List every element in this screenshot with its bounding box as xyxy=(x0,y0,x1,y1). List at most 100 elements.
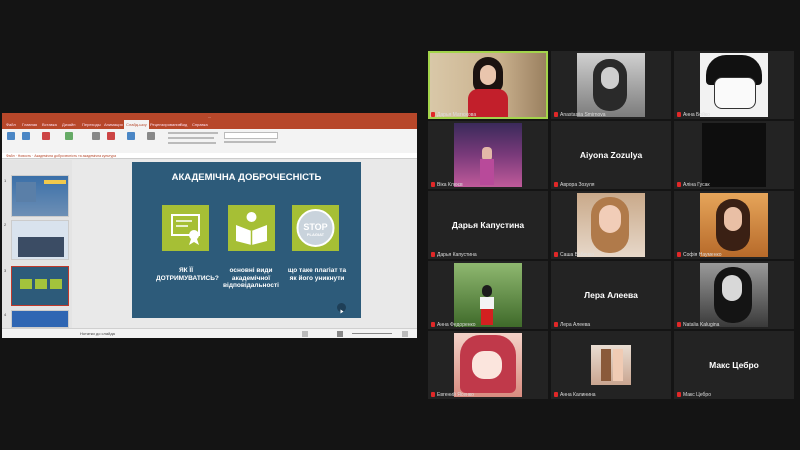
participant-name: Anastasiia Smirnova xyxy=(554,112,606,118)
rehearse-icon[interactable] xyxy=(127,132,135,140)
current-slide[interactable]: АКАДЕМІЧНА ДОБРОЧЕСНІСТЬ STOP PLAGIAT ЯК… xyxy=(132,162,361,318)
slide-number: 2 xyxy=(4,222,7,227)
photo-head xyxy=(482,285,492,297)
participant-name: Саша Бабенко xyxy=(554,252,594,258)
checkbox-row[interactable] xyxy=(224,141,276,143)
participant-name: Дарья Капустина xyxy=(431,252,477,258)
photo-person xyxy=(601,349,611,381)
mic-muted-icon xyxy=(554,182,558,187)
slide-thumbnail-selected[interactable] xyxy=(11,266,69,306)
participant-tile[interactable]: Анна Бойко xyxy=(674,51,794,119)
slide-number: 3 xyxy=(4,268,7,273)
participant-tile[interactable]: Саша Бабенко xyxy=(551,191,671,259)
participant-name: Аврора Зозуля xyxy=(554,182,595,188)
setup-show-icon[interactable] xyxy=(92,132,100,140)
participant-tile[interactable]: Софія Науменко xyxy=(674,191,794,259)
monitor-select[interactable] xyxy=(224,132,278,139)
fit-slide-icon[interactable] xyxy=(402,331,408,337)
normal-view-icon[interactable] xyxy=(302,331,308,337)
sorter-view-icon[interactable] xyxy=(337,331,343,337)
video-feed-dark xyxy=(702,123,766,187)
avatar-photo xyxy=(591,345,631,385)
tab-transitions[interactable]: Переходы xyxy=(82,120,101,129)
participant-name: Natalia Kalugina xyxy=(677,322,719,328)
participant-tile[interactable]: Aiyona Zozulya Аврора Зозуля xyxy=(551,121,671,189)
participant-display-name: Лера Алеева xyxy=(584,290,638,300)
mic-muted-icon xyxy=(431,112,435,117)
hide-slide-icon[interactable] xyxy=(107,132,115,140)
photo-face xyxy=(722,275,742,301)
participant-display-name: Дарья Капустина xyxy=(451,220,525,230)
slide-thumbnail[interactable] xyxy=(11,220,69,260)
caption-responsibility-types: основні види академічної відповідальност… xyxy=(223,267,279,289)
next-slide-button[interactable] xyxy=(337,303,346,314)
participant-tile[interactable]: Natalia Kalugina xyxy=(674,261,794,329)
slideshow-start-icon[interactable] xyxy=(7,132,15,140)
tab-design[interactable]: Дизайн xyxy=(62,120,75,129)
tab-slideshow[interactable]: Слайд-шоу xyxy=(124,120,149,129)
participant-tile[interactable]: Анна Калинина xyxy=(551,331,671,399)
thumb-icon xyxy=(50,279,62,289)
ribbon-tabs: Файл Главная Вставка Дизайн Переходы Ани… xyxy=(2,120,417,129)
checkbox-row[interactable] xyxy=(168,132,218,134)
mic-muted-icon xyxy=(554,392,558,397)
participant-tile[interactable]: Евгений Ясенко xyxy=(428,331,548,399)
tab-file[interactable]: Файл xyxy=(6,120,16,129)
stop-text: STOP xyxy=(303,222,327,232)
participant-tile[interactable]: Аліна Гусак xyxy=(674,121,794,189)
shared-screen-window[interactable]: ... Файл Главная Вставка Дизайн Переходы… xyxy=(2,113,417,338)
participant-name: Анна Бойко xyxy=(677,112,710,118)
participant-name: Анна Калинина xyxy=(554,392,596,398)
photo-skirt xyxy=(481,309,493,325)
participant-tile[interactable]: Анна Федоренко xyxy=(428,261,548,329)
photo-shirt xyxy=(480,297,494,309)
participant-display-name: Макс Цебро xyxy=(709,360,759,370)
custom-show-icon[interactable] xyxy=(65,132,73,140)
caption-plagiarism: що таке плагіат та як його уникнути xyxy=(287,267,347,282)
participant-tile[interactable]: Лера Алеева Лера Алеева xyxy=(551,261,671,329)
participant-name: Лера Алеева xyxy=(554,322,590,328)
ribbon-toolbar xyxy=(2,129,417,154)
thumb-building-image xyxy=(16,182,36,202)
tab-home[interactable]: Главная xyxy=(22,120,37,129)
reading-person-icon xyxy=(228,205,275,251)
mic-muted-icon xyxy=(431,182,435,187)
participant-tile[interactable]: Макс Цебро Макс Цебро xyxy=(674,331,794,399)
mic-muted-icon xyxy=(677,182,681,187)
photo-person xyxy=(613,349,623,381)
notes-label[interactable]: Нотатки до слайда xyxy=(80,329,115,338)
participant-tile-active-speaker[interactable]: Дарья Матюхова xyxy=(428,51,548,119)
mic-muted-icon xyxy=(554,112,558,117)
participant-face xyxy=(480,65,496,85)
participant-tile[interactable]: Дарья Капустина Дарья Капустина xyxy=(428,191,548,259)
tab-review[interactable]: Рецензирование xyxy=(150,120,181,129)
mic-muted-icon xyxy=(431,322,435,327)
tab-help[interactable]: Справка xyxy=(192,120,208,129)
caption-how-to-follow: ЯК ЇЇ ДОТРИМУВАТИСЬ? xyxy=(156,267,219,282)
mic-muted-icon xyxy=(677,112,681,117)
zoom-slider[interactable] xyxy=(352,333,392,334)
checkbox-row[interactable] xyxy=(168,137,214,139)
participant-name: Анна Федоренко xyxy=(431,322,476,328)
slideshow-current-icon[interactable] xyxy=(22,132,30,140)
present-online-icon[interactable] xyxy=(42,132,50,140)
tab-insert[interactable]: Вставка xyxy=(42,120,57,129)
tab-animation[interactable]: Анимация xyxy=(104,120,123,129)
thumb-classroom-image xyxy=(18,237,64,257)
participant-tile[interactable]: Anastasiia Smirnova xyxy=(551,51,671,119)
mic-muted-icon xyxy=(554,322,558,327)
stop-plagiat-icon: STOP PLAGIAT xyxy=(292,205,339,251)
thumb-icon xyxy=(20,279,32,289)
checkbox-row[interactable] xyxy=(168,142,216,144)
mic-muted-icon xyxy=(677,392,681,397)
slide-thumbnail[interactable] xyxy=(11,175,69,217)
outline-path: Файл · Новость · Академічна доброчесніст… xyxy=(2,153,417,159)
participant-name: Віка Клюєв xyxy=(431,182,463,188)
tab-view[interactable]: Вид xyxy=(180,120,187,129)
record-icon[interactable] xyxy=(147,132,155,140)
mic-muted-icon xyxy=(677,322,681,327)
mic-muted-icon xyxy=(677,252,681,257)
slide-thumbnail[interactable] xyxy=(11,310,69,328)
participant-tile[interactable]: Віка Клюєв xyxy=(428,121,548,189)
participant-name: Макс Цебро xyxy=(677,392,711,398)
